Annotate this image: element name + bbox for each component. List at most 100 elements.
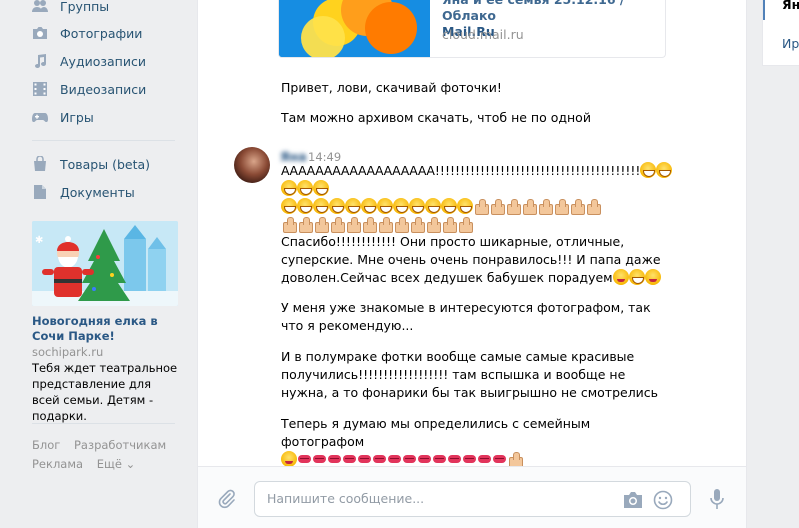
message-emoji-burst: АААААААААААААААААА!!!!!!!!!!!!!!!!!!!!!!… bbox=[281, 162, 681, 234]
footer-link-ads[interactable]: Реклама bbox=[32, 457, 83, 471]
thumbs-up-emoji-icon bbox=[361, 216, 377, 233]
document-icon bbox=[32, 184, 48, 200]
message-text: Там можно архивом скачать, чтоб не по од… bbox=[281, 110, 591, 125]
sidebar-item-groups[interactable]: Группы bbox=[32, 0, 109, 17]
kiss-lips-emoji-icon bbox=[432, 451, 447, 467]
paperclip-icon[interactable] bbox=[218, 489, 236, 509]
sidebar-divider bbox=[32, 423, 175, 424]
thumbs-up-emoji-icon bbox=[441, 216, 457, 233]
dialogs-list-panel: Яна Ир bbox=[762, 0, 799, 66]
thumbs-up-emoji-icon bbox=[329, 216, 345, 233]
sidebar-item-market[interactable]: Товары (beta) bbox=[32, 153, 150, 175]
ad-domain: sochipark.ru bbox=[32, 345, 104, 359]
sidebar-item-documents[interactable]: Документы bbox=[32, 181, 135, 203]
message-text: И в полумраке фотки вообще самые самые к… bbox=[281, 349, 659, 400]
thumbs-up-emoji-icon bbox=[457, 216, 473, 233]
message-input-box[interactable] bbox=[254, 481, 691, 517]
chat-panel: Яна и её семья 25.12.16 / Облако Mail.Ru… bbox=[197, 0, 747, 528]
sidebar-item-label: Фотографии bbox=[60, 25, 143, 41]
kiss-lips-emoji-icon bbox=[297, 451, 312, 467]
footer-link-blog[interactable]: Блог bbox=[32, 438, 60, 452]
footer-link-developers[interactable]: Разработчикам bbox=[74, 438, 166, 452]
thumbs-up-emoji-icon bbox=[553, 198, 569, 215]
left-sidebar: Группы Фотографии Аудиозаписи Видеозапис… bbox=[0, 0, 190, 528]
grin-emoji-icon bbox=[329, 198, 345, 214]
thumbs-up-emoji-icon bbox=[409, 216, 425, 233]
message-paragraph: Спасибо!!!!!!!!!!!! Они просто шикарные,… bbox=[281, 233, 671, 287]
ad-image[interactable]: ✱ bbox=[32, 221, 178, 306]
grin-emoji-icon bbox=[345, 198, 361, 214]
smiley-icon[interactable] bbox=[653, 490, 673, 510]
thumbs-up-emoji-icon bbox=[345, 216, 361, 233]
sidebar-item-video[interactable]: Видеозаписи bbox=[32, 78, 146, 100]
sidebar-item-label: Документы bbox=[60, 184, 135, 200]
thumbs-up-emoji-icon bbox=[281, 216, 297, 233]
sidebar-item-label: Товары (beta) bbox=[60, 156, 151, 172]
kiss-lips-emoji-icon bbox=[312, 451, 327, 467]
thumbs-up-emoji-icon bbox=[425, 216, 441, 233]
wink-emoji-icon bbox=[644, 269, 661, 285]
kiss-lips-emoji-icon bbox=[492, 451, 507, 467]
thumbs-up-emoji-icon bbox=[473, 198, 489, 215]
sidebar-item-label: Аудиозаписи bbox=[60, 53, 146, 69]
grin-emoji-icon bbox=[409, 198, 425, 214]
grin-emoji-icon bbox=[281, 198, 297, 214]
message-paragraph: Теперь я думаю мы определились с семейны… bbox=[281, 415, 671, 469]
thumbs-up-emoji-icon bbox=[521, 198, 537, 215]
cloud-mail-logo-image bbox=[279, 0, 430, 57]
ad-text: Тебя ждет театральное представление для … bbox=[32, 361, 178, 423]
grin-emoji-icon bbox=[313, 180, 329, 196]
music-note-icon bbox=[32, 53, 48, 69]
avatar[interactable] bbox=[234, 147, 270, 183]
sidebar-item-games[interactable]: Игры bbox=[32, 106, 94, 128]
sidebar-item-photos[interactable]: Фотографии bbox=[32, 22, 142, 44]
thumbs-up-emoji-icon bbox=[377, 216, 393, 233]
sidebar-ad[interactable]: ✱ Новогодняя елка в Сочи Парке! sochipar… bbox=[32, 221, 178, 424]
kiss-lips-emoji-icon bbox=[447, 451, 462, 467]
message-input[interactable] bbox=[267, 491, 597, 506]
sidebar-item-audio[interactable]: Аудиозаписи bbox=[32, 50, 146, 72]
message-text: У меня уже знакомые в интересуются фотог… bbox=[281, 300, 651, 333]
active-dialog-marker bbox=[763, 0, 765, 20]
thumbs-up-emoji-icon bbox=[313, 216, 329, 233]
grin-emoji-icon bbox=[361, 198, 377, 214]
grin-emoji-icon bbox=[656, 162, 673, 178]
sidebar-divider bbox=[32, 140, 175, 141]
message-text: Спасибо!!!!!!!!!!!! Они просто шикарные,… bbox=[281, 234, 661, 285]
microphone-icon[interactable] bbox=[710, 489, 724, 509]
grin-emoji-icon bbox=[393, 198, 409, 214]
grin-emoji-icon bbox=[457, 198, 473, 214]
sidebar-item-label: Видеозаписи bbox=[60, 81, 147, 97]
dialog-item-active[interactable]: Яна bbox=[782, 0, 799, 12]
film-icon bbox=[32, 81, 48, 97]
dialog-item[interactable]: Ир bbox=[782, 36, 799, 51]
gamepad-icon bbox=[32, 109, 48, 125]
grin-emoji-icon bbox=[281, 180, 297, 196]
shopping-bag-icon bbox=[32, 156, 48, 172]
grin-emoji-icon bbox=[313, 198, 329, 214]
thumbs-up-emoji-icon bbox=[537, 198, 553, 215]
kiss-lips-emoji-icon bbox=[342, 451, 357, 467]
kiss-lips-emoji-icon bbox=[327, 451, 342, 467]
camera-icon[interactable] bbox=[623, 491, 643, 509]
groups-icon bbox=[32, 0, 48, 14]
footer-link-more[interactable]: Ещё ⌄ bbox=[97, 457, 135, 471]
link-card-domain: cloud.mail.ru bbox=[442, 27, 524, 42]
thumbs-up-emoji-icon bbox=[489, 198, 505, 215]
kiss-lips-emoji-icon bbox=[387, 451, 402, 467]
message-text: Привет, лови, скачивай фоточки! bbox=[281, 80, 502, 95]
camera-icon bbox=[32, 25, 48, 41]
ad-title[interactable]: Новогодняя елка в Сочи Парке! bbox=[32, 314, 178, 344]
link-attachment-card[interactable]: Яна и её семья 25.12.16 / Облако Mail.Ru… bbox=[278, 0, 666, 58]
message-text: АААААААААААААААААА!!!!!!!!!!!!!!!!!!!!!!… bbox=[281, 163, 641, 178]
kiss-lips-emoji-icon bbox=[477, 451, 492, 467]
sidebar-item-label: Игры bbox=[60, 109, 94, 125]
grin-emoji-icon bbox=[640, 162, 657, 178]
message-composer bbox=[198, 466, 746, 528]
sidebar-item-label: Группы bbox=[60, 0, 110, 14]
thumbs-up-emoji-icon bbox=[569, 198, 585, 215]
grin-emoji-icon bbox=[628, 269, 645, 285]
grin-emoji-icon bbox=[377, 198, 393, 214]
kiss-lips-emoji-icon bbox=[402, 451, 417, 467]
svg-text:✱: ✱ bbox=[35, 235, 43, 246]
